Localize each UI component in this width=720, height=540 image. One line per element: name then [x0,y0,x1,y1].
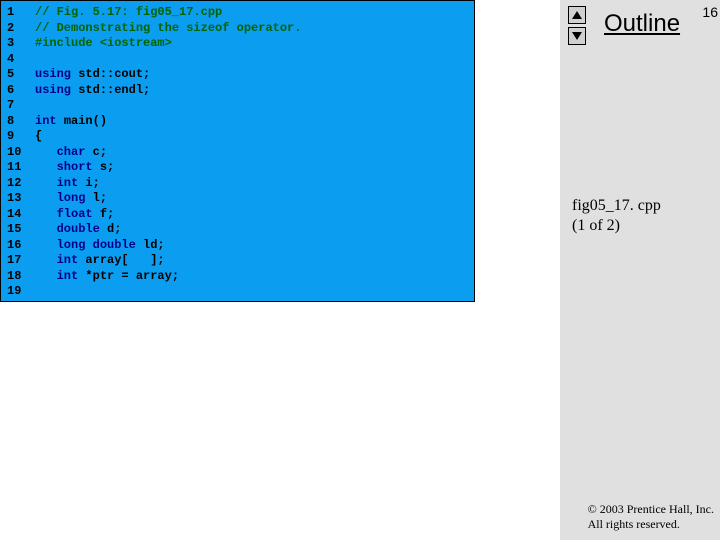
line-number: 6 [7,83,35,99]
line-number: 9 [7,129,35,145]
code-line: 13 long l; [7,191,468,207]
nav-buttons [568,6,588,48]
code-token: double [57,222,107,236]
triangle-down-icon [572,32,582,40]
page-number: 16 [702,4,718,20]
code-line: 17 int array[ ]; [7,253,468,269]
code-token: main() [64,114,107,128]
code-token: int [35,114,64,128]
code-line: 1// Fig. 5.17: fig05_17.cpp [7,5,468,21]
caption-line-1: fig05_17. cpp [572,196,661,216]
code-token: *ptr = array; [85,269,179,283]
code-token [35,222,57,236]
line-number: 11 [7,160,35,176]
code-line: 5using std::cout; [7,67,468,83]
code-token: array[ ]; [85,253,164,267]
line-number: 8 [7,114,35,130]
code-line: 16 long double ld; [7,238,468,254]
code-token [35,191,57,205]
code-token: float [57,207,100,221]
code-line: 14 float f; [7,207,468,223]
code-line: 4 [7,52,468,68]
line-number: 12 [7,176,35,192]
code-line: 2// Demonstrating the sizeof operator. [7,21,468,37]
line-number: 10 [7,145,35,161]
code-line: 10 char c; [7,145,468,161]
code-token: int [57,269,86,283]
code-token: <iostream> [100,36,172,50]
code-token: // Fig. 5.17: fig05_17.cpp [35,5,222,19]
nav-up-button[interactable] [568,6,586,24]
code-line: 3#include <iostream> [7,36,468,52]
code-token: char [57,145,93,159]
line-number: 5 [7,67,35,83]
code-line: 6using std::endl; [7,83,468,99]
code-token: long [57,191,93,205]
code-token: i; [85,176,99,190]
code-line: 9{ [7,129,468,145]
code-line: 15 double d; [7,222,468,238]
code-token: s; [100,160,114,174]
slide-caption: fig05_17. cpp (1 of 2) [572,196,661,236]
code-panel: 1// Fig. 5.17: fig05_17.cpp2// Demonstra… [0,0,475,302]
line-number: 13 [7,191,35,207]
code-token [35,238,57,252]
code-token: d; [107,222,121,236]
code-token: // Demonstrating the sizeof operator. [35,21,301,35]
code-token [35,160,57,174]
line-number: 3 [7,36,35,52]
code-token: int [57,253,86,267]
code-line: 18 int *ptr = array; [7,269,468,285]
line-number: 1 [7,5,35,21]
code-token: int [57,176,86,190]
line-number: 4 [7,52,35,68]
code-token: short [57,160,100,174]
outline-title: Outline [604,10,680,38]
line-number: 7 [7,98,35,114]
caption-line-2: (1 of 2) [572,216,661,236]
code-token [35,176,57,190]
triangle-up-icon [572,11,582,19]
code-token: std::cout; [78,67,150,81]
code-token: using [35,67,78,81]
line-number: 18 [7,269,35,285]
code-token: #include [35,36,100,50]
code-token: std::endl; [78,83,150,97]
code-line: 19 [7,284,468,300]
line-number: 15 [7,222,35,238]
code-token: { [35,129,42,143]
code-line: 7 [7,98,468,114]
code-token [35,253,57,267]
code-line: 8int main() [7,114,468,130]
line-number: 17 [7,253,35,269]
copyright: © 2003 Prentice Hall, Inc. All rights re… [588,502,714,532]
line-number: 2 [7,21,35,37]
code-token: f; [100,207,114,221]
code-token: long double [57,238,143,252]
code-token [35,145,57,159]
code-token: ld; [143,238,165,252]
code-token [35,269,57,283]
code-token [35,207,57,221]
code-token: using [35,83,78,97]
code-line: 11 short s; [7,160,468,176]
code-line: 12 int i; [7,176,468,192]
line-number: 19 [7,284,35,300]
code-token: l; [93,191,107,205]
copyright-line-2: All rights reserved. [588,517,714,532]
right-panel: Outline 16 fig05_17. cpp (1 of 2) © 2003… [560,0,720,540]
line-number: 16 [7,238,35,254]
copyright-line-1: © 2003 Prentice Hall, Inc. [588,502,714,517]
code-token: c; [93,145,107,159]
line-number: 14 [7,207,35,223]
nav-down-button[interactable] [568,27,586,45]
slide: Outline 16 fig05_17. cpp (1 of 2) © 2003… [0,0,720,540]
